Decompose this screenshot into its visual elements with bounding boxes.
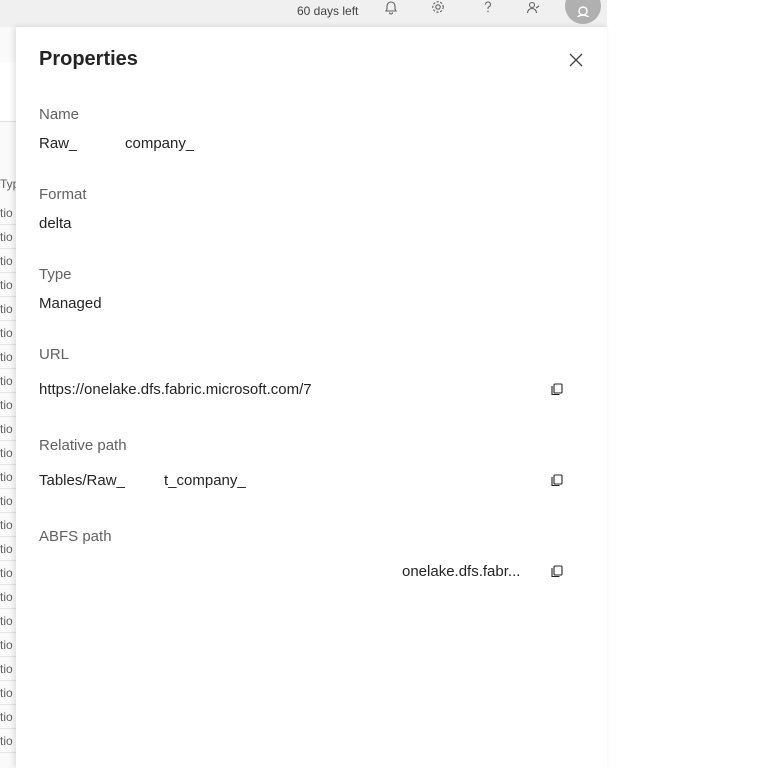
gear-icon[interactable]: [427, 0, 449, 18]
trial-days-left: 60 days left: [297, 4, 359, 18]
background-row: tio: [0, 345, 16, 369]
name-label: Name: [39, 106, 80, 123]
user-avatar-icon[interactable]: [565, 0, 601, 24]
close-icon[interactable]: [567, 51, 585, 69]
background-row: tio: [0, 369, 16, 393]
name-value-suffix: company_: [125, 135, 195, 152]
relative-path-label: Relative path: [39, 437, 127, 454]
relative-path-value-prefix: Tables/Raw_: [39, 472, 125, 489]
format-value: delta: [39, 215, 72, 232]
url-label: URL: [39, 346, 70, 363]
background-toolbar: [0, 62, 16, 122]
background-row: tio: [0, 489, 16, 513]
background-row: tio: [0, 273, 16, 297]
name-value-prefix: Raw_: [39, 135, 78, 152]
background-row: tio: [0, 513, 16, 537]
help-icon[interactable]: [477, 0, 499, 18]
properties-panel: Properties Name Raw_ company_ Format del…: [16, 27, 607, 768]
background-row: tio: [0, 321, 16, 345]
panel-title: Properties: [39, 48, 138, 70]
background-row: tio: [0, 249, 16, 273]
share-icon[interactable]: [522, 0, 544, 18]
background-row: tio: [0, 561, 16, 585]
type-label: Type: [39, 266, 72, 283]
background-row: tio: [0, 657, 16, 681]
top-bar: 60 days left: [0, 0, 607, 27]
copy-url-icon[interactable]: [549, 381, 565, 397]
bell-icon[interactable]: [380, 0, 402, 18]
background-row: tio: [0, 705, 16, 729]
background-row: tio: [0, 393, 16, 417]
background-row: tio: [0, 465, 16, 489]
url-value: https://onelake.dfs.fabric.microsoft.com…: [39, 381, 312, 398]
background-column-header: Typ: [0, 177, 16, 191]
relative-path-value-suffix: t_company_: [164, 472, 246, 489]
abfs-path-value: onelake.dfs.fabr...: [402, 563, 521, 580]
background-row: tio: [0, 609, 16, 633]
type-value: Managed: [39, 295, 102, 312]
background-row: tio: [0, 729, 16, 753]
background-row: tio: [0, 633, 16, 657]
copy-relative-path-icon[interactable]: [549, 472, 565, 488]
background-page: Typ tio tio tio tio tio tio tio tio tio …: [0, 27, 16, 768]
background-row: tio: [0, 441, 16, 465]
background-row: tio: [0, 585, 16, 609]
background-row: tio: [0, 537, 16, 561]
copy-abfs-path-icon[interactable]: [549, 563, 565, 579]
format-label: Format: [39, 186, 87, 203]
background-row: tio: [0, 225, 16, 249]
abfs-path-label: ABFS path: [39, 528, 112, 545]
background-row: tio: [0, 681, 16, 705]
background-row: tio: [0, 297, 16, 321]
background-row: tio: [0, 201, 16, 225]
background-row: tio: [0, 417, 16, 441]
